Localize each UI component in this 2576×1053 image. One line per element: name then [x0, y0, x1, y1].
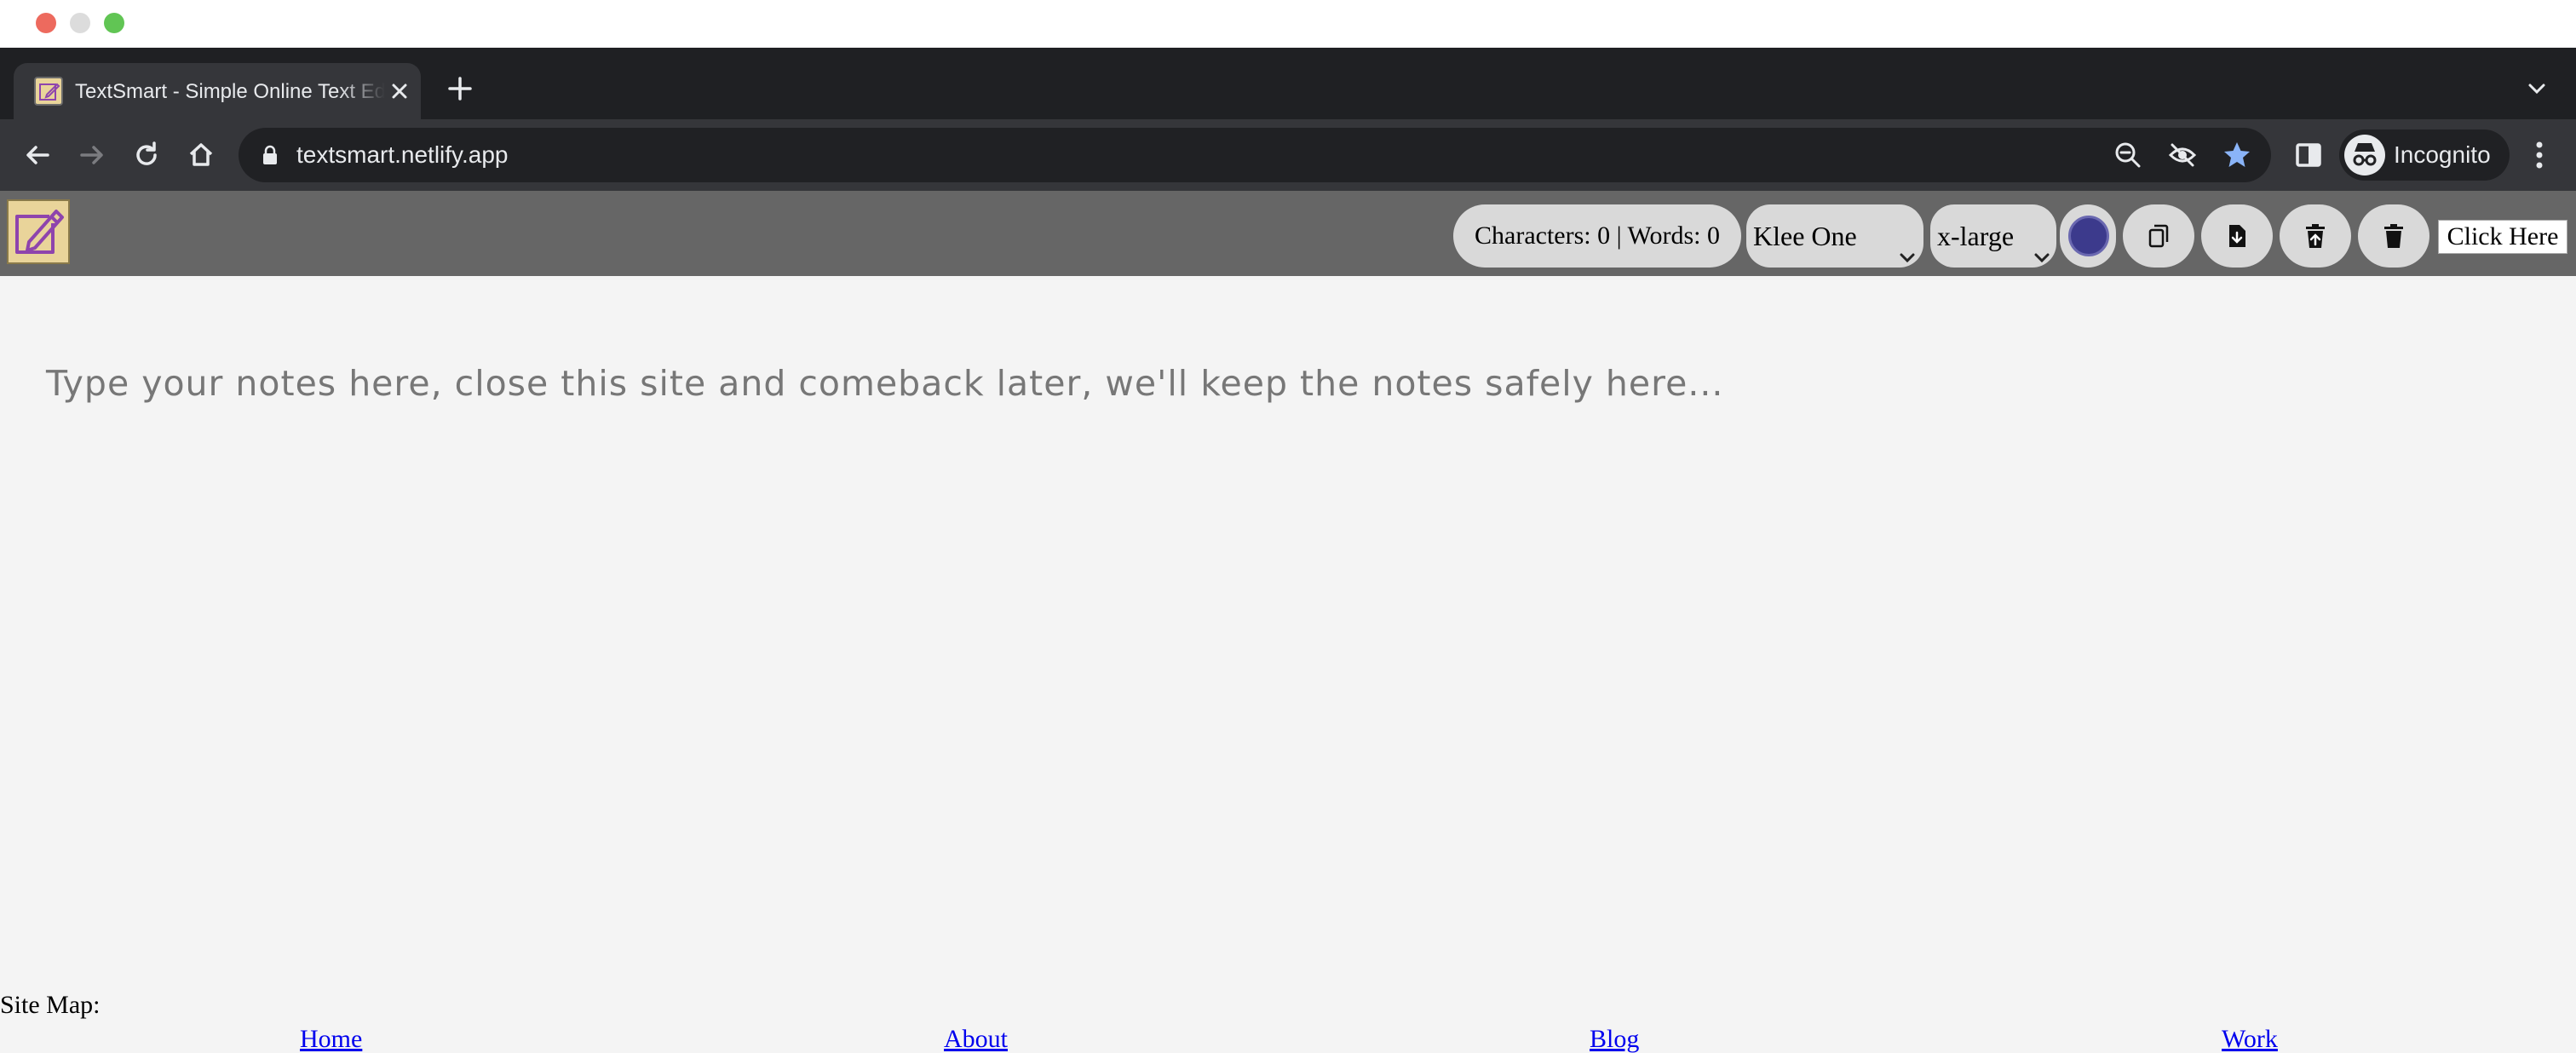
tab-title: TextSmart - Simple Online Text Editor	[75, 80, 385, 103]
trash-icon	[2384, 224, 2403, 248]
character-word-counter: Characters: 0 | Words: 0	[1453, 204, 1741, 268]
font-size-select[interactable]: x-large	[1930, 204, 2056, 268]
editor-placeholder: Type your notes here, close this site an…	[46, 363, 1724, 404]
incognito-profile-button[interactable]: Incognito	[2339, 129, 2510, 181]
lock-icon[interactable]	[261, 145, 279, 165]
window-titlebar	[0, 0, 2576, 48]
note-editor[interactable]: Type your notes here, close this site an…	[0, 276, 2576, 975]
text-color-picker[interactable]	[2060, 204, 2116, 268]
font-size-value: x-large	[1937, 221, 2015, 251]
copy-icon	[2148, 224, 2169, 248]
reload-icon[interactable]	[129, 138, 164, 172]
notepad-favicon-icon	[34, 77, 63, 106]
footer-link-home[interactable]: Home	[300, 1024, 362, 1053]
copy-button[interactable]	[2123, 204, 2194, 268]
zoom-window-button[interactable]	[104, 13, 124, 33]
footer-link-blog[interactable]: Blog	[1590, 1024, 1639, 1053]
notepad-logo-icon	[7, 199, 70, 264]
tab-strip: TextSmart - Simple Online Text Editor	[0, 48, 2576, 119]
delete-button[interactable]	[2358, 204, 2429, 268]
tab-search-chevron-icon[interactable]	[2523, 75, 2550, 102]
restore-button[interactable]	[2280, 204, 2351, 268]
side-panel-icon[interactable]	[2291, 138, 2326, 172]
font-family-value: Klee One	[1753, 221, 1857, 251]
kebab-menu-icon[interactable]	[2525, 136, 2554, 174]
url-text: textsmart.netlify.app	[296, 141, 509, 168]
chevron-down-icon	[2033, 227, 2051, 263]
download-button[interactable]	[2201, 204, 2273, 268]
browser-toolbar: textsmart.netlify.app Incognito	[0, 119, 2576, 191]
profile-label: Incognito	[2394, 141, 2491, 168]
home-icon[interactable]	[184, 138, 218, 172]
browser-tab[interactable]: TextSmart - Simple Online Text Editor	[14, 63, 421, 119]
sitemap-label: Site Map:	[0, 991, 101, 1019]
forward-arrow-icon[interactable]	[75, 138, 109, 172]
close-window-button[interactable]	[36, 13, 56, 33]
footer-link-about[interactable]: About	[944, 1024, 1008, 1053]
click-here-button[interactable]: Click Here	[2438, 220, 2567, 254]
close-tab-icon[interactable]	[387, 78, 412, 104]
app-header: Characters: 0 | Words: 0 Klee One x-larg…	[0, 191, 2576, 276]
footer-link-work[interactable]: Work	[2222, 1024, 2278, 1053]
color-swatch	[2068, 216, 2109, 256]
font-family-select[interactable]: Klee One	[1746, 204, 1923, 268]
minimize-window-button[interactable]	[70, 13, 90, 33]
bookmark-star-icon[interactable]	[2222, 140, 2252, 170]
chevron-down-icon	[1898, 227, 1917, 263]
zoom-out-icon[interactable]	[2113, 140, 2143, 170]
incognito-icon	[2344, 135, 2385, 176]
eye-slash-icon[interactable]	[2167, 140, 2198, 170]
new-tab-icon[interactable]	[445, 73, 475, 104]
trash-restore-icon	[2306, 224, 2325, 248]
address-bar[interactable]: textsmart.netlify.app	[239, 128, 2271, 182]
file-download-icon	[2229, 225, 2245, 247]
back-arrow-icon[interactable]	[20, 138, 55, 172]
